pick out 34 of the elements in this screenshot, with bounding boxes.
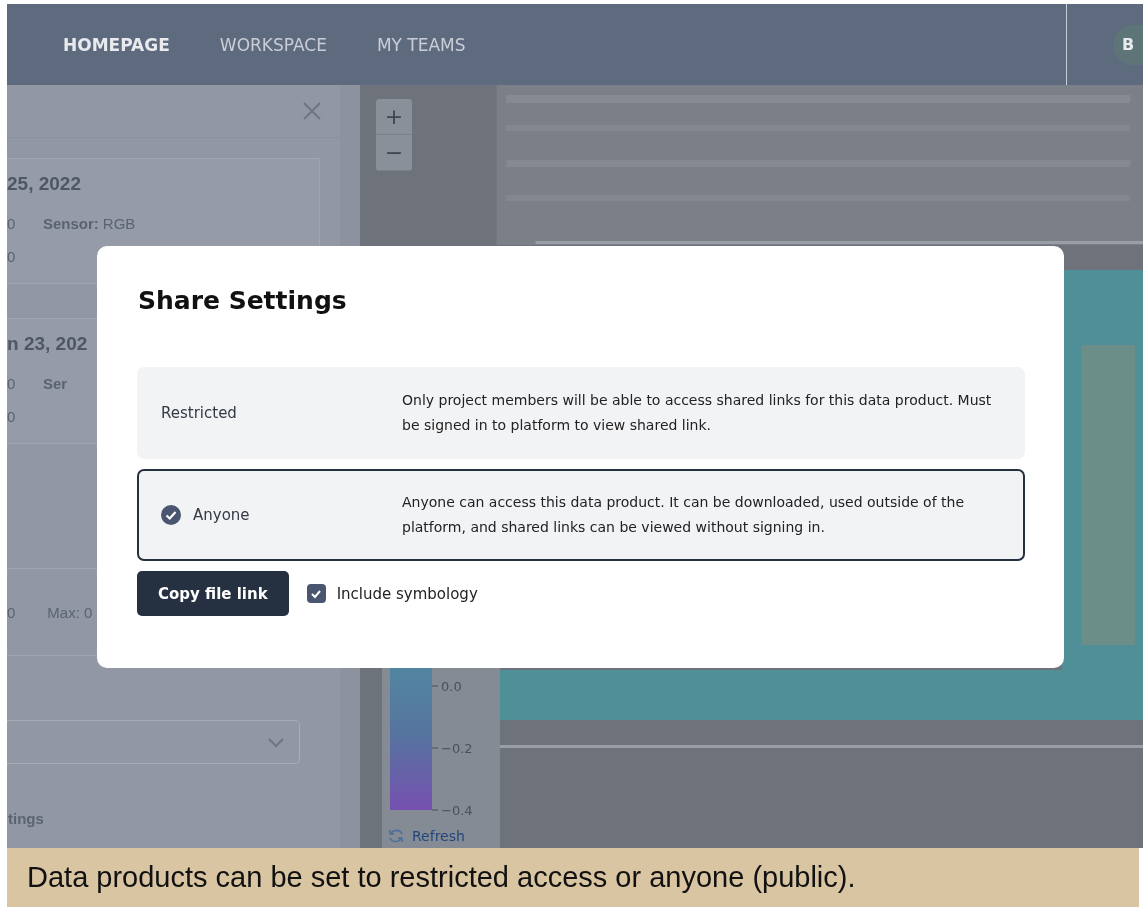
field-label: Sensor: (43, 215, 99, 232)
field-value: RGB (102, 215, 136, 232)
nav-tab[interactable]: HOMEPAGE (55, 28, 178, 61)
checkbox[interactable] (306, 584, 326, 603)
access-option[interactable]: Restricted Only project members will be able to access shared links for this data product. Must be signed in to platform to view shared link. (137, 367, 1025, 459)
chevron-icon (267, 736, 285, 748)
zoom-in-button[interactable]: + (376, 99, 412, 135)
field-value: 0 (7, 215, 17, 232)
tick-label: −0.4 (441, 802, 473, 818)
nav-tab[interactable]: MY TEAMS (368, 28, 474, 61)
field-label: Ser (43, 375, 68, 392)
field-value: 0 (7, 408, 17, 425)
field-value: 0 (7, 248, 17, 265)
tick-label: 0.0 (441, 678, 462, 694)
user-avatar[interactable]: B (1113, 24, 1143, 65)
copy-link-button[interactable]: Copy file link (137, 571, 289, 616)
close-icon[interactable] (302, 101, 322, 121)
option-label: Anyone (193, 506, 250, 524)
checkbox-label: Include symbology (336, 584, 478, 603)
nav-tab[interactable]: WORKSPACE (211, 28, 335, 61)
dialog-title: Share Settings (138, 286, 348, 315)
option-label: Restricted (161, 404, 237, 422)
option-description: Only project members will be able to access shared links for this data product. Must be signed in to platform to view shared link. (402, 391, 993, 435)
refresh-link[interactable]: Refresh (388, 828, 465, 844)
refresh-icon (388, 828, 404, 844)
date-text: 25, 2022 (7, 173, 82, 195)
option-description: Anyone can access this data product. It can be downloaded, used outside of the platform, and shared links can be viewed without signing in. (402, 493, 965, 537)
check-circle-icon (161, 505, 181, 525)
field-value: 0 (7, 375, 17, 392)
access-option[interactable]: Anyone Anyone can access this data product. It can be downloaded, used outside of the platform, and shared links can be viewed without signing in. (137, 469, 1025, 561)
date-text: n 23, 202 (7, 333, 89, 355)
tick-label: −0.2 (441, 740, 473, 756)
dropdown-field[interactable] (7, 720, 300, 764)
caption-text: Data products can be set to restricted access or anyone (public). (27, 861, 856, 894)
